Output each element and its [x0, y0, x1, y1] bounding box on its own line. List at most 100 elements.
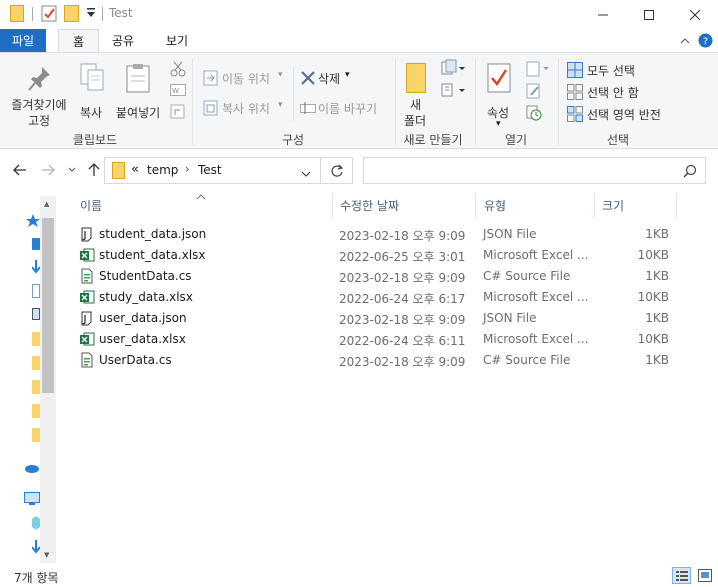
scrollbar-thumb[interactable]: [42, 218, 54, 393]
nav-scrollbar[interactable]: ▲ ▼: [40, 196, 56, 563]
tab-share[interactable]: 공유: [98, 29, 148, 53]
recent-locations-button[interactable]: [62, 160, 82, 180]
column-divider[interactable]: [475, 193, 476, 218]
chevron-down-icon[interactable]: [680, 35, 690, 49]
download-icon[interactable]: [31, 540, 41, 557]
pictures-icon[interactable]: [32, 308, 40, 323]
dropdown-arrow-icon: ▾: [278, 100, 283, 110]
paste-button[interactable]: 붙여넣기: [113, 61, 163, 127]
divider: [102, 7, 103, 21]
open-icon[interactable]: [526, 61, 550, 80]
group-label-open: 열기: [504, 133, 528, 147]
file-type: Microsoft Excel ...: [483, 290, 589, 304]
scroll-up-icon[interactable]: ▲: [44, 200, 49, 208]
tab-file[interactable]: 파일: [0, 29, 46, 53]
qat-dropdown-icon[interactable]: [86, 7, 96, 22]
copy-path-icon[interactable]: W: [170, 84, 186, 99]
tab-home[interactable]: 홈: [58, 29, 100, 54]
divider: [475, 59, 476, 145]
clipboard-icon: [126, 63, 150, 96]
minimize-button[interactable]: [580, 0, 626, 29]
refresh-button[interactable]: [321, 157, 353, 184]
close-button[interactable]: [672, 0, 718, 29]
new-item-icon[interactable]: [441, 59, 465, 80]
delete-label: 삭제: [318, 72, 341, 86]
column-divider[interactable]: [676, 193, 677, 218]
documents-icon[interactable]: [32, 284, 40, 301]
select-all-button[interactable]: 모두 선택: [567, 61, 671, 81]
large-icons-view-button[interactable]: [695, 567, 714, 584]
new-folder-icon[interactable]: [64, 5, 79, 25]
select-none-label: 선택 안 함: [587, 86, 639, 100]
easy-access-icon[interactable]: [441, 81, 465, 102]
breadcrumb-overflow[interactable]: «: [131, 162, 139, 177]
status-bar: 7개 항목: [0, 565, 718, 587]
help-icon[interactable]: ?: [698, 33, 713, 51]
file-row[interactable]: user_data.json 2023-02-18 오후 9:09 JSON Fil…: [75, 308, 695, 329]
column-divider[interactable]: [332, 193, 333, 218]
history-icon[interactable]: [526, 105, 542, 124]
properties-icon[interactable]: [41, 5, 57, 25]
json-file-icon: [79, 226, 95, 242]
3d-objects-icon[interactable]: [32, 516, 40, 533]
copy-button[interactable]: 복사: [76, 61, 108, 127]
copy-to-icon: [203, 100, 219, 119]
file-row[interactable]: student_data.json 2023-02-18 오후 9:09 JSON …: [75, 224, 695, 245]
pin-to-quick-access-button[interactable]: 즐겨찾기에 고정: [4, 61, 74, 128]
window-title: Test: [109, 6, 133, 20]
column-type[interactable]: 유형: [484, 197, 506, 214]
folder-icon[interactable]: [32, 380, 40, 397]
properties-button[interactable]: 속성 ▾: [482, 61, 518, 129]
this-pc-icon[interactable]: [24, 492, 40, 509]
new-folder-label-line1: 새: [410, 98, 422, 112]
file-row[interactable]: student_data.xlsx 2022-06-25 오후 3:01 Micro…: [75, 245, 695, 266]
select-none-button[interactable]: 선택 안 함: [567, 83, 671, 103]
file-date-modified: 2023-02-18 오후 9:09: [339, 313, 466, 327]
folder-icon[interactable]: [32, 356, 40, 373]
download-icon[interactable]: [31, 260, 41, 277]
delete-button[interactable]: 삭제 ▾: [299, 69, 357, 89]
new-folder-button[interactable]: 새 폴더: [400, 61, 432, 129]
edit-icon[interactable]: [526, 83, 542, 102]
breadcrumb-temp[interactable]: temp: [147, 163, 178, 177]
invert-selection-label: 선택 영역 반전: [587, 108, 661, 122]
folder-icon[interactable]: [32, 428, 40, 445]
file-size: 1KB: [645, 227, 669, 241]
chevron-down-icon[interactable]: [301, 167, 311, 181]
file-row[interactable]: user_data.xlsx 2022-06-24 오후 6:11 Microsof…: [75, 329, 695, 350]
breadcrumb-test[interactable]: Test: [198, 163, 222, 177]
up-button[interactable]: [84, 160, 104, 180]
file-row[interactable]: UserData.cs 2023-02-18 오후 9:09 C# Source F…: [75, 350, 695, 371]
onedrive-icon[interactable]: [24, 462, 40, 476]
tab-view[interactable]: 보기: [152, 29, 202, 53]
file-row[interactable]: study_data.xlsx 2022-06-24 오후 6:17 Microso…: [75, 287, 695, 308]
folder-icon[interactable]: [32, 332, 40, 349]
paste-shortcut-icon[interactable]: [170, 103, 186, 122]
scroll-down-icon[interactable]: ▼: [44, 551, 49, 559]
column-size[interactable]: 크기: [602, 197, 624, 214]
search-input[interactable]: [363, 157, 706, 184]
pin-icon: [28, 65, 52, 94]
invert-selection-button[interactable]: 선택 영역 반전: [567, 105, 679, 125]
address-bar[interactable]: « temp › Test: [104, 157, 321, 184]
copy-icon: [80, 63, 106, 96]
rename-button[interactable]: 이름 바꾸기: [299, 99, 385, 119]
desktop-icon[interactable]: [32, 238, 40, 253]
maximize-button[interactable]: [626, 0, 672, 29]
file-name: user_data.json: [99, 311, 187, 325]
quick-access-star-icon[interactable]: [26, 214, 40, 231]
file-name: StudentData.cs: [99, 269, 192, 283]
move-to-button[interactable]: 이동 위치 ▾: [203, 69, 287, 89]
file-row[interactable]: StudentData.cs 2023-02-18 오후 9:09 C# Sourc…: [75, 266, 695, 287]
sort-ascending-icon: [196, 189, 206, 203]
column-divider[interactable]: [594, 193, 595, 218]
details-view-button[interactable]: [672, 567, 691, 584]
column-date-modified[interactable]: 수정한 날짜: [340, 197, 399, 214]
forward-button[interactable]: [38, 160, 58, 180]
column-name[interactable]: 이름: [80, 197, 102, 214]
title-bar: Test: [0, 0, 718, 29]
copy-to-button[interactable]: 복사 위치 ▾: [203, 99, 287, 119]
back-button[interactable]: [10, 160, 30, 180]
folder-icon[interactable]: [32, 404, 40, 421]
cut-icon[interactable]: [170, 61, 186, 80]
